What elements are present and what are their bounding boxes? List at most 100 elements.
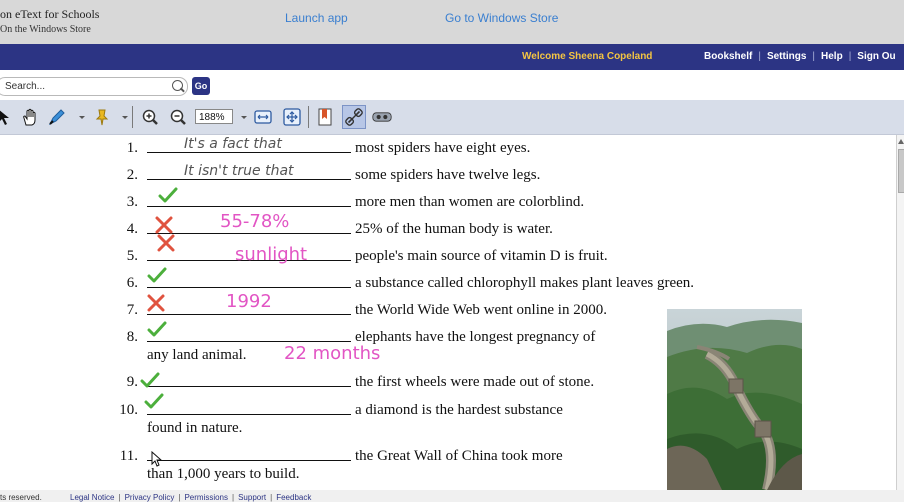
chevron-down-icon[interactable]	[234, 107, 247, 127]
link-icon	[345, 108, 363, 126]
brand-title: on eText for Schools	[0, 7, 100, 21]
check-icon	[147, 320, 167, 340]
zoom-out-icon[interactable]	[168, 107, 188, 127]
feedback-link[interactable]: Feedback	[276, 493, 311, 502]
statement-text: 25% of the human body is water.	[355, 221, 553, 237]
search-icon[interactable]	[172, 80, 183, 91]
welcome-text: Welcome Sheena Copeland	[522, 51, 653, 62]
item-number: 1.	[126, 140, 138, 156]
worksheet-page: 1. It's a fact that most spiders have ei…	[0, 135, 896, 490]
audio-icon[interactable]	[372, 107, 396, 127]
great-wall-photo	[667, 309, 802, 490]
answer-line[interactable]	[147, 414, 351, 415]
nav-settings[interactable]: Settings	[767, 51, 806, 62]
statement-text: a diamond is the hardest substance	[355, 402, 563, 418]
item-number: 7.	[126, 302, 138, 318]
handwritten-answer: 1992	[226, 291, 272, 312]
handwritten-answer: 22 months	[284, 343, 381, 364]
top-banner: on eText for Schools On the Windows Stor…	[0, 0, 904, 44]
check-icon	[158, 186, 178, 206]
cross-icon	[156, 233, 176, 253]
fit-page-icon[interactable]	[282, 107, 302, 127]
nav-bookshelf[interactable]: Bookshelf	[704, 51, 752, 62]
answer-line[interactable]	[147, 179, 351, 180]
item-number: 2.	[126, 167, 138, 183]
nav-sign-out[interactable]: Sign Ou	[857, 51, 895, 62]
chevron-down-icon[interactable]	[115, 107, 128, 127]
pointer-icon[interactable]	[0, 107, 14, 127]
statement-text: some spiders have twelve legs.	[355, 167, 541, 183]
statement-text-continued: any land animal.	[147, 347, 247, 363]
statement-text: the first wheels were made out of stone.	[355, 374, 595, 390]
vertical-scrollbar[interactable]	[896, 135, 904, 490]
nav-separator: |	[758, 51, 761, 62]
answer-line[interactable]	[147, 386, 351, 387]
scrollbar-thumb[interactable]	[898, 149, 904, 193]
launch-app-link[interactable]: Launch app	[285, 11, 348, 25]
item-number: 10.	[119, 402, 138, 418]
bookmark-icon[interactable]	[315, 107, 335, 127]
check-icon	[140, 371, 160, 391]
footer-links: Legal Notice | Privacy Policy | Permissions |…	[70, 493, 311, 502]
scroll-up-icon[interactable]	[898, 139, 904, 144]
fit-width-icon[interactable]	[253, 107, 273, 127]
nav-separator: |	[812, 51, 816, 62]
item-number: 5.	[126, 248, 138, 264]
statement-text: the World Wide Web went online in 2000.	[355, 302, 607, 318]
statement-text: the Great Wall of China took more	[355, 448, 563, 464]
nav-links: Bookshelf | Settings | Help | Sign Ou	[704, 51, 896, 62]
footer: ts reserved. Legal Notice | Privacy Policy…	[0, 490, 904, 502]
cross-icon	[154, 215, 174, 235]
footer-separator: |	[118, 493, 121, 502]
footer-separator: |	[270, 493, 273, 502]
windows-store-link[interactable]: Go to Windows Store	[445, 11, 558, 25]
nav-separator: |	[848, 51, 852, 62]
check-icon	[144, 392, 164, 412]
cross-icon	[146, 293, 166, 313]
legal-notice-link[interactable]: Legal Notice	[70, 493, 114, 502]
search-row: Go	[0, 70, 904, 100]
sticky-note-icon[interactable]	[92, 107, 112, 127]
hand-icon[interactable]	[20, 107, 40, 127]
footer-separator: |	[232, 493, 235, 502]
statement-text: more men than women are colorblind.	[355, 194, 585, 210]
zoom-in-icon[interactable]	[140, 107, 160, 127]
toolbar-divider	[132, 106, 133, 128]
answer-line[interactable]	[147, 460, 351, 461]
mouse-cursor-icon	[150, 450, 164, 467]
handwritten-answer: sunlight	[235, 244, 308, 265]
answer-line[interactable]	[147, 206, 351, 207]
answer-line[interactable]	[147, 314, 351, 315]
search-input[interactable]	[5, 79, 165, 93]
statement-text: a substance called chlorophyll makes pla…	[355, 275, 695, 291]
privacy-policy-link[interactable]: Privacy Policy	[125, 493, 175, 502]
statement-text: people's main source of vitamin D is fru…	[355, 248, 608, 264]
permissions-link[interactable]: Permissions	[184, 493, 228, 502]
nav-help[interactable]: Help	[821, 51, 843, 62]
handwritten-answer: It isn't true that	[184, 163, 294, 179]
footer-separator: |	[178, 493, 181, 502]
answer-line[interactable]	[147, 233, 351, 234]
go-button[interactable]: Go	[192, 77, 210, 95]
statement-text-continued: found in nature.	[147, 420, 243, 436]
answer-line[interactable]	[147, 341, 351, 342]
nav-bar: Welcome Sheena Copeland Bookshelf | Settin…	[0, 44, 904, 70]
zoom-level-field[interactable]: 188%	[195, 109, 233, 124]
statement-text: most spiders have eight eyes.	[355, 140, 531, 156]
statement-text-continued: than 1,000 years to build.	[147, 466, 300, 482]
check-icon	[147, 266, 167, 286]
answer-line[interactable]	[147, 287, 351, 288]
item-number: 3.	[126, 194, 138, 210]
rights-text: ts reserved.	[0, 493, 42, 502]
answer-line[interactable]	[147, 152, 351, 153]
reader-toolbar: 188%	[0, 100, 904, 135]
item-number: 6.	[126, 275, 138, 291]
highlighter-icon[interactable]	[47, 107, 67, 127]
link-tool-button[interactable]	[342, 105, 366, 129]
brand-subtitle: On the Windows Store	[0, 24, 91, 35]
search-box	[0, 77, 188, 96]
support-link[interactable]: Support	[238, 493, 266, 502]
toolbar-divider	[308, 106, 309, 128]
item-number: 11.	[119, 448, 138, 464]
chevron-down-icon[interactable]	[72, 107, 85, 127]
